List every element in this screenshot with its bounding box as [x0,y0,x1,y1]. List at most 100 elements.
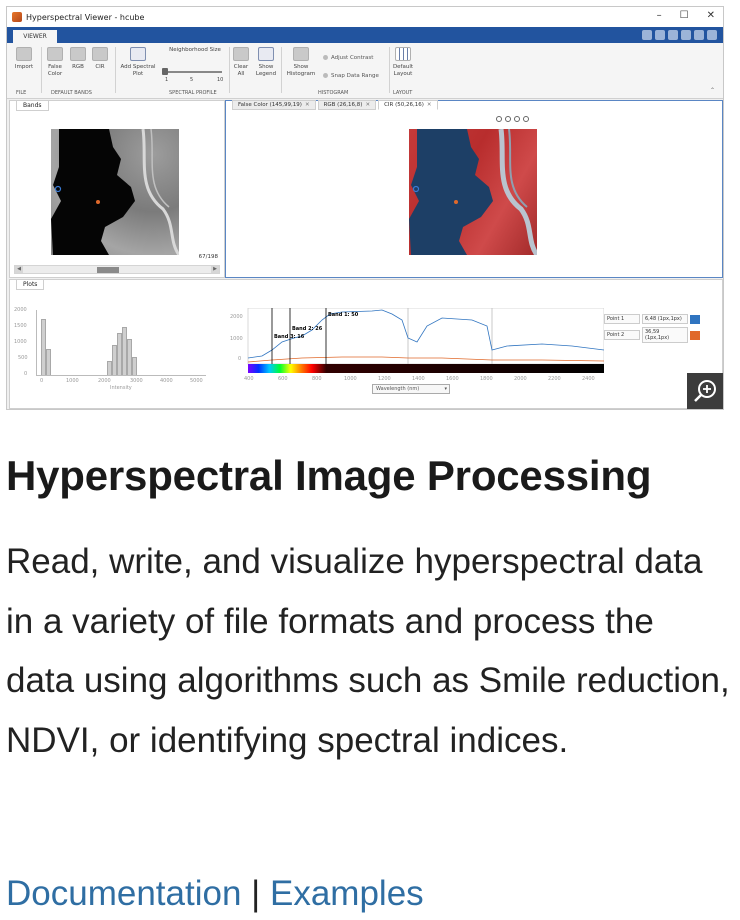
close-tab-icon[interactable]: ✕ [427,102,432,108]
band-marker-label[interactable]: Band 1: 50 [328,312,358,318]
matlab-icon [12,12,22,22]
app-screenshot[interactable]: Hyperspectral Viewer - hcube – ☐ ✕ VIEWE… [6,6,724,410]
spectral-xtick: 2000 [514,376,527,382]
clear-icon [233,47,249,61]
close-tab-icon[interactable]: ✕ [305,102,310,108]
slider-tick-label: 10 [217,77,224,83]
examples-link[interactable]: Examples [270,874,424,913]
help-icon[interactable] [707,30,717,40]
close-tab-icon[interactable]: ✕ [365,102,370,108]
histogram-xtick: 5000 [190,378,203,384]
home-icon[interactable] [523,116,529,122]
show-legend-button[interactable]: Show Legend [253,47,279,78]
zoom-in-icon[interactable] [505,116,511,122]
close-icon[interactable]: ✕ [707,10,715,21]
adjust-contrast-option[interactable]: Adjust Contrast [323,55,373,61]
band-image[interactable] [51,129,179,255]
default-layout-button[interactable]: Default Layout [391,47,415,78]
tab-cir[interactable]: CIR (50,26,16) ✕ [378,100,438,110]
snap-data-range-option[interactable]: Snap Data Range [323,73,379,79]
bands-panel: Bands 67/198 ◀ ▶ [9,100,225,278]
scroll-right-icon[interactable]: ▶ [211,266,219,273]
section-divider [115,47,116,93]
tab-false-color[interactable]: False Color (145,99,19) ✕ [232,100,316,110]
rgb-button[interactable]: RGB [67,47,89,71]
spectral-plot[interactable]: Band 1: 50 Band 2: 26 Band 3: 16 2000 10… [230,307,605,390]
spectral-xtick: 1800 [480,376,493,382]
tab-bands[interactable]: Bands [16,100,49,111]
histogram-ytick: 0 [24,371,28,377]
clear-all-button[interactable]: Clear All [231,47,251,78]
neighborhood-size-label: Neighborhood Size [169,47,221,53]
tab-viewer[interactable]: VIEWER [13,30,57,43]
false-color-button[interactable]: False Color [43,47,67,78]
section-label-histogram: HISTOGRAM [318,90,349,96]
add-spectral-plot-button[interactable]: Add Spectral Plot [117,47,159,78]
band-marker-label[interactable]: Band 2: 26 [292,326,322,332]
band-scrollbar-thumb[interactable] [97,267,119,273]
histogram-xtick: 0 [40,378,44,384]
contrast-icon [323,55,328,60]
legend-icon [258,47,274,61]
xaxis-unit-dropdown[interactable]: Wavelength (nm) ▾ [372,384,450,394]
ribbon-tabstrip: VIEWER [7,27,723,43]
spectral-xtick: 1200 [378,376,391,382]
point-color-swatch[interactable] [690,330,700,340]
pan-icon[interactable] [496,116,502,122]
band-marker-label[interactable]: Band 3: 16 [274,334,304,340]
quick-access-icon[interactable] [668,30,678,40]
spectral-xtick: 2200 [548,376,561,382]
documentation-link[interactable]: Documentation [6,874,241,913]
image-nav-toolbar [496,116,529,122]
cir-button[interactable]: CIR [89,47,111,71]
magnify-plus-icon [694,380,716,402]
legend-row[interactable]: Point 2 36,59 (1px,1px) [604,327,700,343]
point-color-swatch[interactable] [690,314,700,324]
import-button[interactable]: Import [11,47,37,71]
page-title: Hyperspectral Image Processing [6,452,652,499]
zoom-out-icon[interactable] [514,116,520,122]
minimize-icon[interactable]: – [657,10,662,21]
collapse-ribbon-icon[interactable]: ⌃ [710,87,715,94]
window-title: Hyperspectral Viewer - hcube [26,12,145,22]
section-divider [281,47,282,93]
quick-access-icon[interactable] [642,30,652,40]
histogram-bar [132,357,137,375]
slider-tick-label: 1 [165,77,169,83]
histogram-plot[interactable] [36,310,206,376]
false-color-icon [47,47,63,61]
histogram-xtick: 4000 [160,378,173,384]
cir-image[interactable] [409,129,537,255]
legend-row[interactable]: Point 1 6,48 (1px,1px) [604,314,700,324]
neighborhood-slider-knob[interactable] [162,68,168,75]
histogram-ytick: 1500 [14,323,27,329]
spectral-xtick: 1000 [344,376,357,382]
neighborhood-slider-track[interactable] [164,71,222,73]
histogram-icon [293,47,309,61]
quick-access-icon[interactable] [694,30,704,40]
histogram-ytick: 2000 [14,307,27,313]
show-histogram-button[interactable]: Show Histogram [283,47,319,78]
quick-access-icon[interactable] [655,30,665,40]
histogram-xtick: 1000 [66,378,79,384]
maximize-icon[interactable]: ☐ [680,10,689,21]
section-divider [389,47,390,93]
tab-plots[interactable]: Plots [16,279,45,290]
ribbon-toolstrip: Import FILE False Color RGB CIR DEFAULT … [7,43,723,99]
link-row: Documentation | Examples [6,874,424,914]
scroll-left-icon[interactable]: ◀ [15,266,23,273]
quick-access-icon[interactable] [681,30,691,40]
spectral-xtick: 1600 [446,376,459,382]
tab-rgb[interactable]: RGB (26,16,8) ✕ [317,100,377,110]
section-label-default-bands: DEFAULT BANDS [51,90,92,96]
histogram-xlabel: Intensity [110,385,132,391]
zoom-image-button[interactable] [687,373,723,409]
section-divider [229,47,230,93]
band-scrollbar[interactable]: ◀ ▶ [14,265,220,274]
spectral-ytick: 2000 [230,314,243,320]
plots-panel: Plots 2000 1500 1000 500 0 0 1000 2000 3… [9,279,723,409]
histogram-xtick: 2000 [98,378,111,384]
spectral-xtick: 600 [278,376,288,382]
section-label-file: FILE [16,90,27,96]
spectral-ytick: 0 [238,356,242,362]
